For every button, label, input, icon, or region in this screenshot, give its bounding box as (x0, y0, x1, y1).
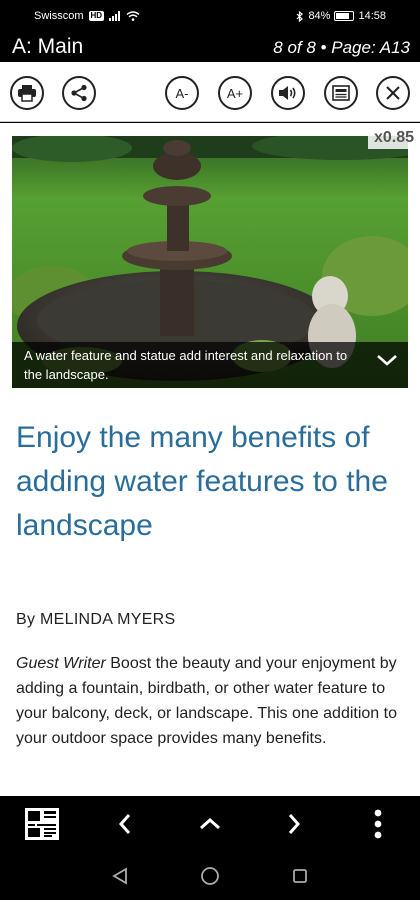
system-nav-bar (0, 852, 420, 900)
font-decrease-button[interactable]: A- (165, 76, 199, 110)
chevron-down-icon[interactable] (376, 353, 398, 367)
battery-percent: 84% (308, 10, 331, 22)
home-circle-icon (201, 867, 219, 885)
read-aloud-button[interactable] (271, 76, 305, 110)
toolbar: A- A+ (0, 62, 420, 122)
title-bar: A: Main 8 of 8 • Page: A13 (0, 32, 420, 62)
font-decrease-icon: A- (175, 85, 189, 101)
bluetooth-icon (297, 10, 304, 22)
home-button[interactable] (198, 864, 222, 888)
next-article-button[interactable] (274, 804, 314, 844)
share-icon (71, 84, 87, 102)
caption-text: A water feature and statue add interest … (24, 348, 348, 382)
carrier-name: Swisscom (34, 10, 84, 22)
zoom-level: x0.85 (367, 127, 420, 149)
status-bar: Swisscom HD 84% 14:58 (0, 0, 420, 32)
speaker-icon (279, 86, 296, 100)
back-button[interactable] (108, 864, 132, 888)
font-increase-button[interactable]: A+ (218, 76, 252, 110)
signal-icon (109, 11, 121, 21)
article-view-icon (332, 85, 350, 101)
hd-badge: HD (88, 11, 105, 21)
close-icon (386, 86, 400, 100)
back-triangle-icon (112, 867, 127, 885)
article-view-button[interactable] (324, 76, 358, 110)
article-byline: By MELINDA MYERS (16, 611, 176, 628)
bottom-nav (0, 796, 420, 852)
battery-icon (334, 11, 355, 21)
recents-button[interactable] (288, 864, 312, 888)
article-photo[interactable]: A water feature and statue add interest … (12, 136, 408, 388)
article-body: Guest Writer Boost the beauty and your e… (16, 651, 408, 751)
article-content[interactable]: A water feature and statue add interest … (0, 123, 420, 796)
scroll-top-button[interactable] (190, 804, 230, 844)
more-options-button[interactable] (358, 804, 398, 844)
print-icon (18, 85, 36, 102)
previous-article-button[interactable] (105, 804, 145, 844)
clock: 14:58 (358, 10, 386, 22)
page-thumbnails-button[interactable] (22, 804, 62, 844)
wifi-icon (126, 11, 140, 21)
close-button[interactable] (376, 76, 410, 110)
author-role: Guest Writer (16, 655, 106, 672)
font-increase-icon: A+ (226, 85, 244, 101)
chevron-up-icon (200, 817, 220, 830)
print-button[interactable] (10, 76, 44, 110)
recents-square-icon (293, 869, 307, 883)
article-headline: Enjoy the many benefits of adding water … (16, 421, 388, 542)
chevron-left-icon (118, 814, 131, 834)
status-right: 84% 14:58 (296, 10, 386, 22)
share-button[interactable] (62, 76, 96, 110)
image-caption: A water feature and statue add interest … (12, 342, 408, 388)
chevron-right-icon (288, 814, 301, 834)
status-left: Swisscom HD (34, 10, 140, 22)
page-indicator: 8 of 8 • Page: A13 (273, 38, 410, 57)
page-thumbnails-icon (25, 808, 59, 840)
more-vertical-icon (374, 809, 382, 839)
section-title[interactable]: A: Main (12, 35, 83, 59)
